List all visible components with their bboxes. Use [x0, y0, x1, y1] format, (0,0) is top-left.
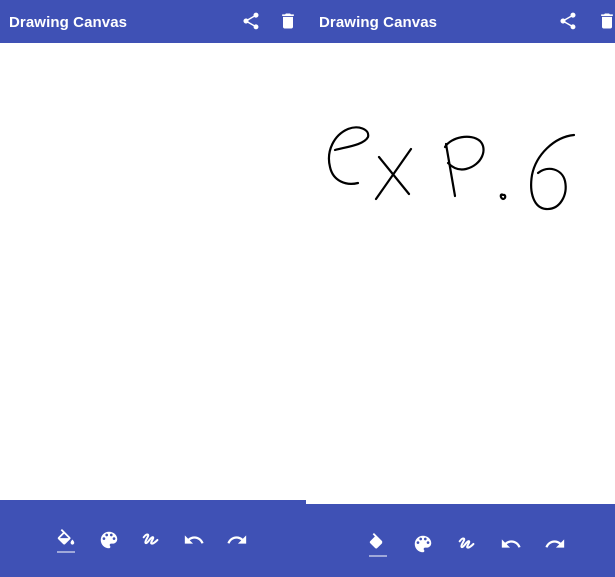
drawing-screen-with-sketch: Drawing Canvas [306, 0, 615, 577]
drawing-canvas[interactable] [0, 43, 306, 500]
palette-icon[interactable] [412, 533, 434, 555]
undo-icon[interactable] [500, 533, 522, 555]
app-title: Drawing Canvas [319, 14, 438, 31]
drawing-canvas[interactable] [306, 43, 615, 504]
app-title: Drawing Canvas [9, 14, 128, 31]
active-tool-underline [57, 551, 75, 553]
sketch-stroke [443, 135, 485, 171]
redo-icon[interactable] [226, 529, 248, 551]
sketch-stroke [530, 133, 576, 211]
app-bar: Drawing Canvas [306, 0, 615, 43]
brush-stroke-icon[interactable] [140, 529, 162, 551]
drawing-screen-blank: Drawing Canvas [0, 0, 306, 577]
fill-bucket-icon[interactable] [367, 533, 389, 557]
sketch-stroke [499, 193, 507, 201]
fill-bucket-icon[interactable] [55, 529, 77, 553]
delete-icon[interactable] [597, 11, 615, 31]
share-icon[interactable] [241, 11, 261, 31]
undo-icon[interactable] [183, 529, 205, 551]
sketch-stroke [444, 142, 457, 198]
redo-icon[interactable] [544, 533, 566, 555]
app-bar: Drawing Canvas [0, 0, 306, 43]
delete-icon[interactable] [278, 11, 298, 31]
active-tool-underline [369, 555, 387, 557]
palette-icon[interactable] [98, 529, 120, 551]
share-icon[interactable] [558, 11, 578, 31]
brush-stroke-icon[interactable] [456, 533, 478, 555]
handwritten-sketch [327, 126, 576, 211]
sketch-stroke [327, 126, 370, 185]
